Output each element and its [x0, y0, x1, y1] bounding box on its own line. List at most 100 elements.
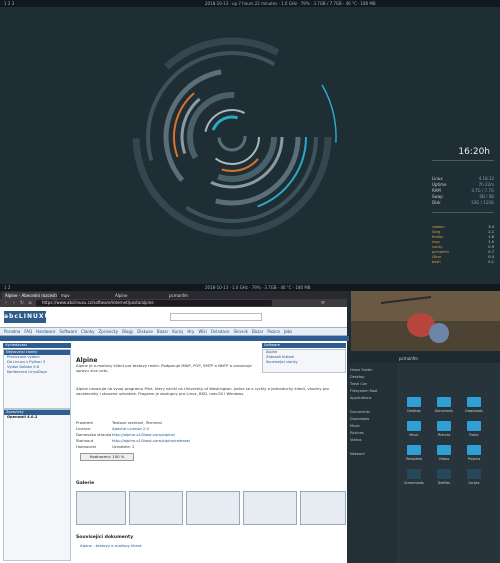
breadcrumb-bar: [0, 336, 349, 341]
menu-item[interactable]: Blogy: [122, 329, 133, 334]
menu-item[interactable]: Zpravicky: [98, 329, 118, 334]
sidebar-item[interactable]: Desktop: [350, 374, 394, 380]
menu-icon[interactable]: ≡: [320, 300, 326, 306]
process-row: bash 0.1: [432, 260, 494, 264]
desktop-wallpaper: [0, 7, 500, 284]
field-value: Textove rozhrani, Terminal: [112, 420, 162, 425]
menu-item[interactable]: Bazar: [252, 329, 263, 334]
field-value[interactable]: http://alpine.x10host.com/alpine/: [112, 432, 262, 437]
description: Alpine je e-mailovy klient pro textovy r…: [76, 363, 252, 373]
right-link[interactable]: Souvisejici clanky: [263, 360, 345, 365]
sidebar-item[interactable]: Downloads: [350, 416, 394, 422]
video-frame: [351, 291, 500, 351]
sidebar-item[interactable]: Network: [350, 451, 394, 457]
file-manager-title: pcmanfm: [399, 356, 418, 361]
file-label: Screenshots: [404, 481, 424, 485]
gallery-thumbnail[interactable]: [300, 491, 346, 525]
sidebar-item[interactable]: Home Folder: [350, 367, 394, 373]
gallery-thumbnail[interactable]: [129, 491, 183, 525]
video-player[interactable]: [351, 291, 500, 351]
menu-item[interactable]: Pozice: [267, 329, 280, 334]
rating-bar[interactable]: Hodnoceni: 100 %: [80, 453, 134, 461]
reload-icon[interactable]: ↻: [19, 300, 25, 306]
folder-icon[interactable]: [437, 445, 451, 455]
folder-icon[interactable]: [407, 421, 421, 431]
divider: [432, 212, 494, 213]
browser-window: Alpine - Abecedni rozcestnik mpv Alpine …: [0, 291, 349, 563]
folder-icon[interactable]: [467, 445, 481, 455]
field-value[interactable]: http://alpine.x10host.com/alpine/release…: [112, 438, 262, 443]
menu-item[interactable]: Ovladace: [211, 329, 230, 334]
folder-label: Downloads: [465, 409, 483, 413]
workspace-indicator[interactable]: 1 2 3: [4, 1, 14, 6]
tab-alpine-2[interactable]: Alpine: [112, 292, 165, 299]
gallery-thumbnail[interactable]: [186, 491, 240, 525]
description-2: Alpine navazuje na vyvoj programu Pine, …: [76, 386, 329, 396]
menu-item[interactable]: Kurzy: [172, 329, 183, 334]
site-logo[interactable]: abcLINUXU: [4, 311, 49, 323]
top-status-bar: 1 2 3 2018-10-13 · up 7 hours 22 minutes…: [0, 0, 500, 7]
sidebar-item[interactable]: Trash Can: [350, 381, 394, 387]
gallery-title: Galerie: [76, 481, 95, 486]
sidebar-item[interactable]: Music: [350, 423, 394, 429]
forward-icon[interactable]: ›: [11, 300, 17, 306]
folder-label: Templates: [405, 457, 423, 461]
sidebar-item[interactable]: Videos: [350, 437, 394, 443]
workspace-indicator[interactable]: 1 2: [4, 285, 10, 290]
menu-item[interactable]: FAQ: [24, 329, 32, 334]
left-box: Nejnovejsi clanky Prosincove vydani Do L…: [3, 349, 71, 409]
url-input[interactable]: https://www.abclinuxu.cz/software/intern…: [36, 300, 272, 306]
clock-time: 16:20h: [458, 147, 490, 157]
sidebar-item[interactable]: Filesystem Root: [350, 388, 394, 394]
gallery-thumbnail[interactable]: [76, 491, 126, 525]
file-manager-toolbar: pcmanfm: [347, 355, 500, 363]
right-header: Software: [262, 343, 346, 348]
menu-item[interactable]: Hry: [187, 329, 194, 334]
folder-label: Public: [469, 433, 479, 437]
tab-alpine[interactable]: Alpine - Abecedni rozcestnik: [2, 292, 57, 299]
file-icon[interactable]: [467, 469, 481, 479]
right-box: Alpine Zobrazit historii Souvisejici cla…: [262, 349, 346, 373]
folder-label: Pictures: [437, 433, 451, 437]
tab-pcmanfm[interactable]: pcmanfm: [166, 292, 221, 299]
related-link[interactable]: Alpine - textovy e-mailovy klient: [80, 543, 142, 548]
file-icon[interactable]: [437, 469, 451, 479]
second-status-bar: 1 2 2018-10-13 · 1.0 GHz · 79% · 3.7GB ·…: [0, 284, 500, 291]
status-text: 2018-10-13 · 1.0 GHz · 79% · 3.7GB · 46 …: [205, 285, 311, 290]
menu-item[interactable]: Software: [59, 329, 77, 334]
folder-icon[interactable]: [437, 421, 451, 431]
tab-mpv[interactable]: mpv: [58, 292, 111, 299]
gallery-thumbnail[interactable]: [243, 491, 297, 525]
menu-item[interactable]: Hardware: [36, 329, 55, 334]
folder-icon[interactable]: [467, 397, 481, 407]
folder-label: Desktop: [407, 409, 421, 413]
menu-item[interactable]: Slovnik: [234, 329, 248, 334]
folder-icon[interactable]: [467, 421, 481, 431]
file-icon[interactable]: [407, 469, 421, 479]
menu-item[interactable]: Jobs: [284, 329, 292, 334]
circular-rings-graphic: [127, 32, 337, 242]
related-title: Souvisejici dokumenty: [76, 535, 134, 540]
folder-label: Projects: [467, 457, 481, 461]
sidebar-item[interactable]: Documents: [350, 409, 394, 415]
site-search-input[interactable]: [170, 313, 262, 321]
folder-icon[interactable]: [407, 397, 421, 407]
file-label: Scripts: [468, 481, 480, 485]
sys-row: Disk 33G / 110G: [432, 200, 494, 205]
sidebar-item[interactable]: Pictures: [350, 430, 394, 436]
folder-label: Music: [409, 433, 419, 437]
back-icon[interactable]: ‹: [3, 300, 9, 306]
status-text: 2018-10-13 · up 7 hours 22 minutes · 1.0…: [205, 1, 376, 6]
folder-icon[interactable]: [407, 445, 421, 455]
menu-item[interactable]: Wiki: [198, 329, 206, 334]
menu-item[interactable]: Clanky: [81, 329, 94, 334]
left-link[interactable]: Konference LinuxDays: [4, 370, 70, 375]
menu-item[interactable]: Diskuse: [137, 329, 153, 334]
folder-icon[interactable]: [437, 397, 451, 407]
file-manager-window: pcmanfm Home Folder Desktop Trash Can Fi…: [347, 355, 500, 563]
field-value[interactable]: Apache License 2.0: [112, 426, 262, 431]
menu-item[interactable]: Bazar: [157, 329, 168, 334]
menu-item[interactable]: Poradna: [4, 329, 20, 334]
home-icon[interactable]: ⌂: [27, 300, 33, 306]
sidebar-item[interactable]: Applications: [350, 395, 394, 401]
